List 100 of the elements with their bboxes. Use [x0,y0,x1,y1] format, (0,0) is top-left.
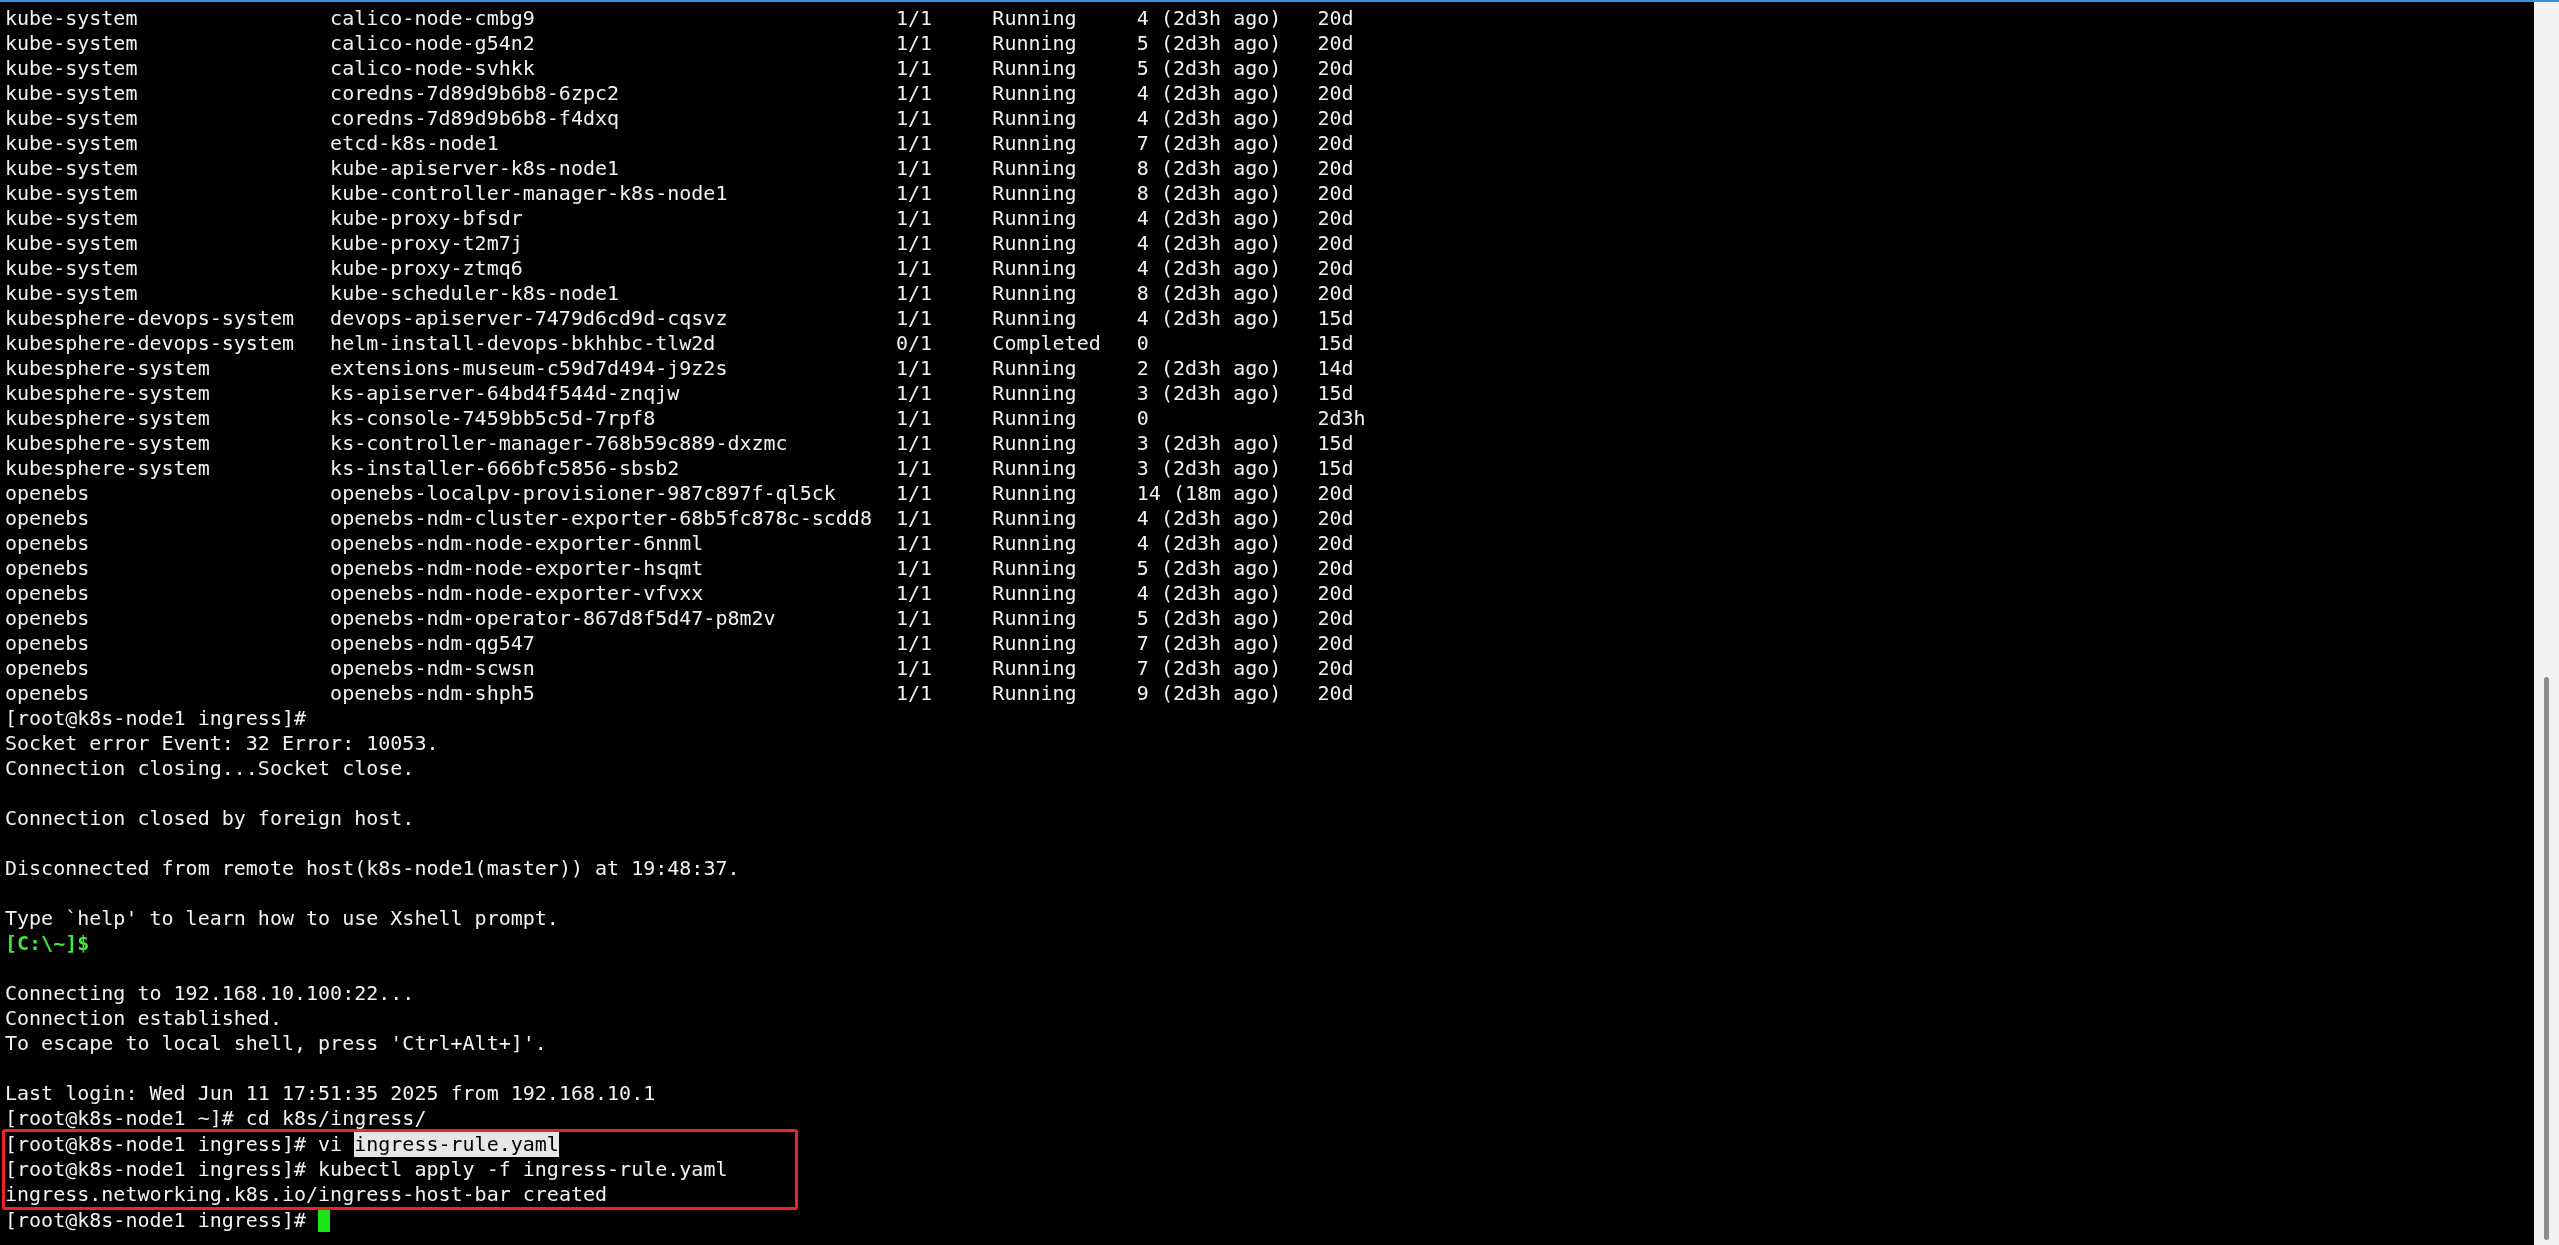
pod-name-cell-text: devops-apiserver-7479d6cd9d-cqsvz [330,306,729,331]
namespace-cell-text: openebs [5,506,91,531]
restarts-cell-text: 4 (2d3h ago) [1136,106,1283,131]
age-cell-text: 20d [1317,231,1355,256]
restarts-cell-text: 5 (2d3h ago) [1136,606,1283,631]
namespace-cell-text: openebs [5,481,91,506]
ready-cell-text: 1/1 [896,606,934,631]
age-cell-text: 20d [1317,56,1355,81]
age-cell-text: 15d [1317,331,1355,356]
namespace-cell-text: kubesphere-system [5,381,211,406]
status-cell-text: Running [992,306,1078,331]
restarts-cell-text: 4 (2d3h ago) [1136,81,1283,106]
ready-cell-text: 1/1 [896,56,934,81]
selected-text: ingress-rule.yaml [354,1132,559,1157]
namespace-cell-text: kube-system [5,6,139,31]
scrollbar-thumb[interactable] [2544,677,2549,1240]
age-cell-text: 20d [1317,6,1355,31]
ready-cell-text: 1/1 [896,456,934,481]
restarts-cell-text: 8 (2d3h ago) [1136,281,1283,306]
age-cell-text: 20d [1317,181,1355,206]
restarts-cell-text: 4 (2d3h ago) [1136,6,1283,31]
status-cell-text: Running [992,356,1078,381]
status-cell-text: Running [992,506,1078,531]
namespace-cell-text: openebs [5,606,91,631]
age-cell-text: 20d [1317,31,1355,56]
age-cell-text: 14d [1317,356,1355,381]
restarts-cell-text: 8 (2d3h ago) [1136,156,1283,181]
pod-name-cell-text: calico-node-svhkk [330,56,536,81]
pod-name-cell-text: helm-install-devops-bkhhbc-tlw2d [330,331,717,356]
age-cell-text: 20d [1317,656,1355,681]
namespace-cell-text: openebs [5,581,91,606]
namespace-cell-text: openebs [5,656,91,681]
pod-name-cell-text: ks-controller-manager-768b59c889-dxzmc [330,431,789,456]
status-cell-text: Running [992,181,1078,206]
restarts-cell-text: 3 (2d3h ago) [1136,456,1283,481]
restarts-cell-text: 0 [1136,406,1150,431]
ready-cell-text: 1/1 [896,156,934,181]
pod-name-cell-text: ks-apiserver-64bd4f544d-znqjw [330,381,681,406]
namespace-cell-text: kubesphere-system [5,406,211,431]
namespace-cell-text: kube-system [5,31,139,56]
status-cell-text: Running [992,106,1078,131]
ready-cell-text: 1/1 [896,306,934,331]
ready-cell-text: 1/1 [896,356,934,381]
shell-command-line: [root@k8s-node1 ingress]# kubectl apply -f ingress-rule.yaml [5,1157,728,1182]
terminal-output-line: Disconnected from remote host(k8s-node1(master)) at 19:48:37. [5,856,740,881]
restarts-cell-text: 7 (2d3h ago) [1136,656,1283,681]
status-cell-text: Running [992,531,1078,556]
restarts-cell-text: 4 (2d3h ago) [1136,256,1283,281]
ready-cell-text: 1/1 [896,631,934,656]
pod-name-cell-text: calico-node-g54n2 [330,31,536,56]
namespace-cell-text: kubesphere-system [5,456,211,481]
restarts-cell-text: 0 [1136,331,1150,356]
shell-command-line: [root@k8s-node1 ingress]# [5,706,307,731]
status-cell-text: Running [992,6,1078,31]
age-cell-text: 20d [1317,506,1355,531]
restarts-cell-text: 4 (2d3h ago) [1136,206,1283,231]
terminal-output-line: To escape to local shell, press 'Ctrl+Alt+]'. [5,1031,547,1056]
status-cell-text: Running [992,206,1078,231]
namespace-cell-text: kube-system [5,131,139,156]
age-cell-text: 15d [1317,381,1355,406]
pod-name-cell-text: kube-proxy-bfsdr [330,206,524,231]
namespace-cell-text: kubesphere-system [5,356,211,381]
ready-cell-text: 1/1 [896,231,934,256]
restarts-cell-text: 5 (2d3h ago) [1136,56,1283,81]
restarts-cell-text: 5 (2d3h ago) [1136,556,1283,581]
pod-name-cell-text: openebs-ndm-node-exporter-6nnml [330,531,705,556]
restarts-cell-text: 9 (2d3h ago) [1136,681,1283,706]
restarts-cell-text: 5 (2d3h ago) [1136,31,1283,56]
namespace-cell-text: kubesphere-system [5,431,211,456]
pod-name-cell-text: openebs-ndm-node-exporter-vfvxx [330,581,705,606]
pod-name-cell-text: openebs-ndm-node-exporter-hsqmt [330,556,705,581]
pod-name-cell-text: kube-scheduler-k8s-node1 [330,281,621,306]
namespace-cell-text: kube-system [5,181,139,206]
restarts-cell-text: 4 (2d3h ago) [1136,531,1283,556]
status-cell-text: Running [992,606,1078,631]
terminal-output-line: ingress.networking.k8s.io/ingress-host-bar created [5,1182,608,1207]
ready-cell-text: 1/1 [896,256,934,281]
status-cell-text: Running [992,281,1078,306]
pod-name-cell-text: coredns-7d89d9b6b8-f4dxq [330,106,621,131]
scrollbar-track[interactable] [2534,2,2559,1245]
ready-cell-text: 1/1 [896,6,934,31]
namespace-cell-text: kube-system [5,56,139,81]
status-cell-text: Running [992,56,1078,81]
terminal-output-line: Type `help' to learn how to use Xshell prompt. [5,906,559,931]
age-cell-text: 15d [1317,306,1355,331]
age-cell-text: 20d [1317,131,1355,156]
shell-command-line: [root@k8s-node1 ingress]# [5,1208,307,1233]
pod-name-cell-text: openebs-ndm-qg547 [330,631,536,656]
shell-command-line: [root@k8s-node1 ~]# cd k8s/ingress/ [5,1106,427,1131]
status-cell-text: Running [992,581,1078,606]
namespace-cell-text: kubesphere-devops-system [5,331,295,356]
restarts-cell-text: 4 (2d3h ago) [1136,306,1283,331]
age-cell-text: 15d [1317,431,1355,456]
ready-cell-text: 1/1 [896,581,934,606]
age-cell-text: 20d [1317,81,1355,106]
ready-cell-text: 1/1 [896,281,934,306]
status-cell-text: Running [992,456,1078,481]
namespace-cell-text: kube-system [5,281,139,306]
namespace-cell-text: openebs [5,556,91,581]
pod-name-cell-text: kube-proxy-ztmq6 [330,256,524,281]
